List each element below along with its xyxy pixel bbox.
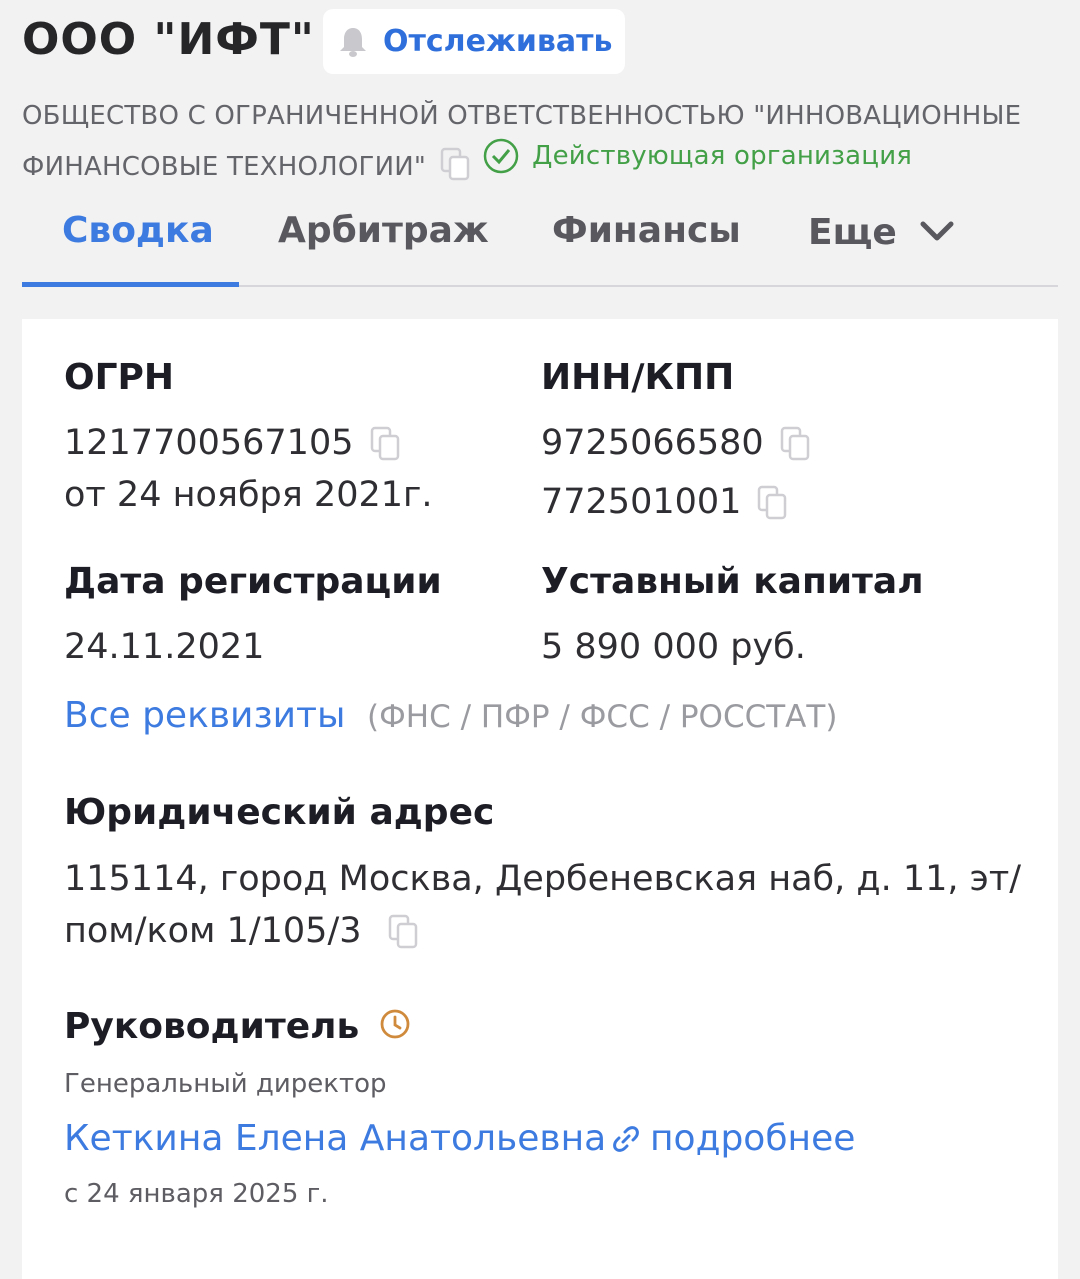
track-button-label: Отслеживать [383,24,613,59]
reg-date-label: Дата регистрации [64,561,442,602]
chevron-down-icon [919,210,955,251]
address-label: Юридический адрес [64,792,495,833]
bell-icon [340,27,366,57]
tab-arbitration[interactable]: Арбитраж [278,210,489,251]
kpp-row: 772501001 [541,482,787,530]
tab-more[interactable]: Еще [808,210,955,253]
tab-bar: Сводка Арбитраж Финансы Еще [22,190,1058,287]
kpp-value: 772501001 [541,482,742,522]
status-badge: Действующая организация [482,136,912,176]
ogrn-value-row: 1217700567105 [64,423,400,471]
head-label-row: Руководитель [64,1006,411,1049]
all-requisites-link[interactable]: Все реквизиты [64,695,345,736]
status-label: Действующая организация [532,141,913,171]
check-circle-icon [483,138,519,174]
head-position: Генеральный директор [64,1069,387,1099]
ogrn-value: 1217700567105 [64,423,354,463]
reg-date-value: 24.11.2021 [64,627,265,667]
address-line-2-row: пом/ком 1/105/3 [64,911,418,959]
capital-label: Уставный капитал [541,561,924,602]
ogrn-label: ОГРН [64,357,175,398]
copy-icon[interactable] [780,426,810,471]
company-short-name: ООО "ИФТ" [22,14,315,65]
address-line-1: 115114, город Москва, Дербеневская наб, … [64,859,1021,899]
copy-icon[interactable] [757,485,787,530]
company-full-name-block: ОБЩЕСТВО С ОГРАНИЧЕННОЙ ОТВЕТСТВЕННОСТЬЮ… [22,96,1032,193]
copy-icon[interactable] [440,147,470,193]
tab-finance[interactable]: Финансы [552,210,741,251]
head-more-label: подробнее [650,1118,856,1159]
summary-card: ОГРН 1217700567105 от 24 ноября 2021г. И… [22,319,1058,1279]
tab-summary[interactable]: Сводка [62,210,214,251]
head-since: с 24 января 2025 г. [64,1179,329,1209]
head-name-link[interactable]: Кеткина Елена Анатольевна [64,1118,606,1159]
copy-icon[interactable] [388,914,418,959]
link-icon [612,1121,640,1162]
active-tab-indicator [22,282,239,287]
head-label: Руководитель [64,1006,360,1047]
inn-row: 9725066580 [541,423,810,471]
ogrn-date: от 24 ноября 2021г. [64,475,433,515]
copy-icon[interactable] [370,426,400,471]
tab-more-label: Еще [808,212,897,253]
requisites-sources: (ФНС / ПФР / ФСС / РОССТАТ) [367,699,838,735]
inn-kpp-label: ИНН/КПП [541,357,735,398]
inn-value: 9725066580 [541,423,764,463]
history-clock-icon[interactable] [379,1008,411,1049]
address-line-2: пом/ком 1/105/3 [64,911,362,951]
capital-value: 5 890 000 руб. [541,627,806,667]
head-more-link[interactable]: подробнее [612,1118,855,1162]
track-button[interactable]: Отслеживать [323,9,625,74]
